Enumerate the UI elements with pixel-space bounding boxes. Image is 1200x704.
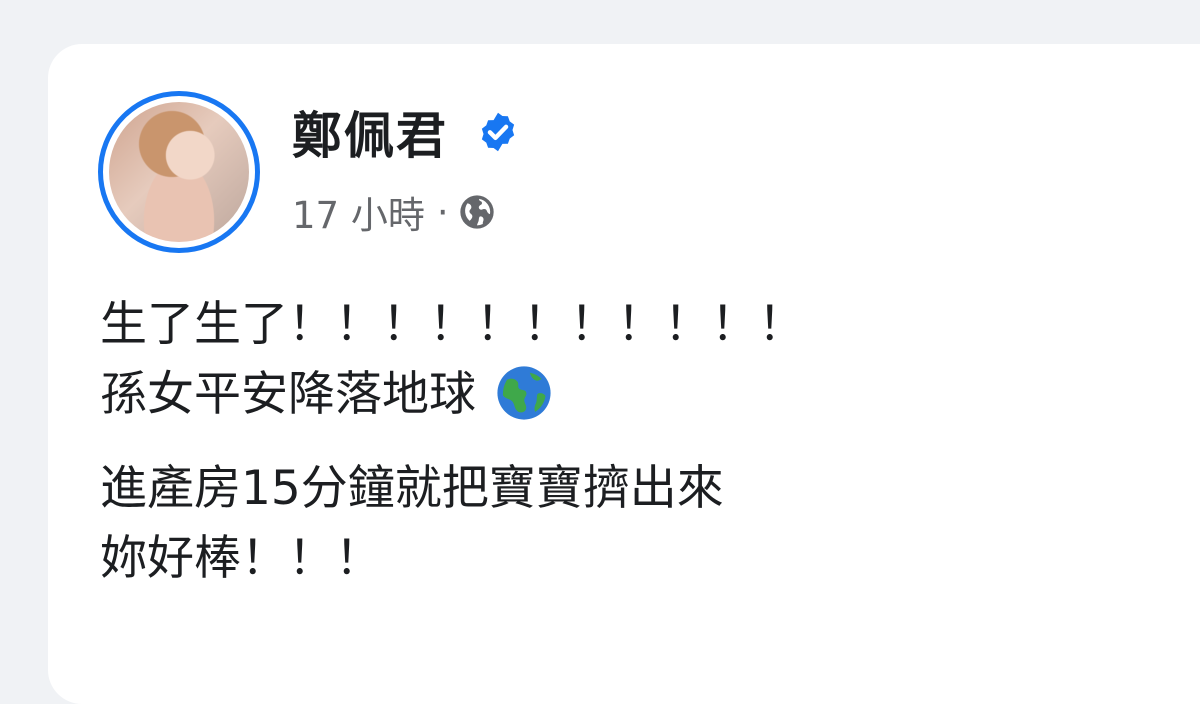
post-line-3: 進產房15分鐘就把寶寶擠出來 xyxy=(100,461,724,516)
post-line-2-wrapper: 孫女平安降落地球 xyxy=(100,360,805,430)
post-timestamp-link[interactable]: 17 小時 xyxy=(292,185,425,239)
post-line-1: 生了生了！！！！！！！！！！！ xyxy=(100,297,805,352)
avatar xyxy=(109,102,249,242)
post-meta: 17 小時 · xyxy=(292,186,497,238)
author-name-link[interactable]: 鄭佩君 xyxy=(292,96,448,168)
post-line-2: 孫女平安降落地球 xyxy=(100,367,476,422)
earth-globe-emoji-icon xyxy=(497,366,551,420)
post-text: 生了生了！！！！！！！！！！！ 孫女平安降落地球 進產房15分鐘就把寶寶擠出來 … xyxy=(100,290,805,594)
meta-separator: · xyxy=(436,190,449,234)
profile-avatar-button[interactable] xyxy=(98,91,260,253)
verified-badge-icon xyxy=(481,112,515,152)
post-line-4: 妳好棒！！！ xyxy=(100,531,382,586)
globe-icon[interactable] xyxy=(457,192,497,232)
post-header: 鄭佩君 xyxy=(292,96,520,168)
